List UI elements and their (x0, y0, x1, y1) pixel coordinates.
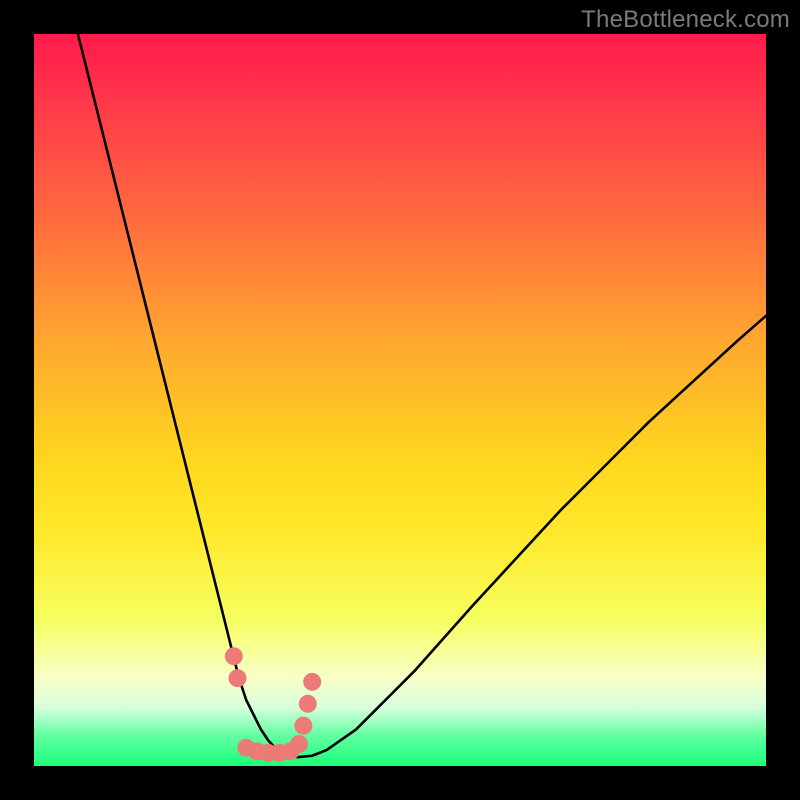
curve-marker (294, 717, 312, 735)
chart-frame: TheBottleneck.com (0, 0, 800, 800)
curve-marker (299, 695, 317, 713)
curve-marker (290, 735, 308, 753)
bottleneck-curve (78, 34, 766, 757)
curve-marker (225, 647, 243, 665)
curve-layer (34, 34, 766, 766)
plot-area (34, 34, 766, 766)
curve-marker (303, 673, 321, 691)
curve-marker (229, 669, 247, 687)
watermark-text: TheBottleneck.com (581, 6, 790, 34)
